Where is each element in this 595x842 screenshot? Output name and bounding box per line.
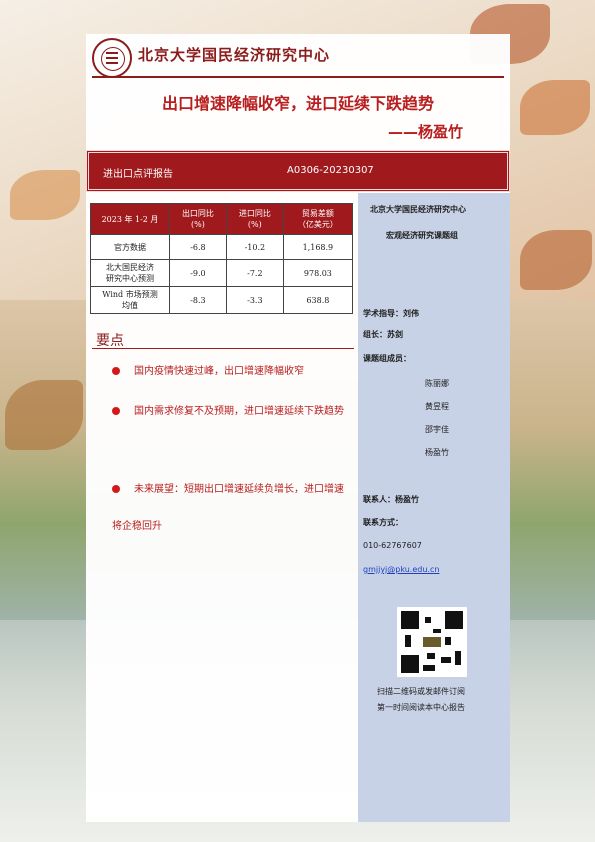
report-info-bar: 进出口点评报告 A0306-20230307 bbox=[86, 150, 510, 192]
sidebar-advisor: 学术指导：刘伟 bbox=[363, 309, 419, 318]
table-row: 北大国民经济 研究中心预测 -9.0 -7.2 978.03 bbox=[90, 259, 354, 287]
report-title: 出口增速降幅收窄，进口延续下跌趋势 bbox=[161, 94, 434, 113]
sidebar-contact-label: 联系方式： bbox=[363, 518, 403, 527]
sidebar-member: 陈丽娜 bbox=[425, 379, 449, 388]
table-cell: 北大国民经济 研究中心预测 bbox=[90, 259, 170, 287]
table-cell: 638.8 bbox=[282, 286, 354, 314]
table-cell: 1,168.9 bbox=[282, 234, 354, 260]
report-code: A0306-20230307 bbox=[287, 165, 374, 176]
table-header-cell: 出口同比 (%) bbox=[169, 203, 227, 235]
org-name: 北京大学国民经济研究中心 bbox=[138, 46, 331, 64]
key-point-text: 未来展望：短期出口增速延续负增长，进口增速将企稳回升 bbox=[112, 484, 344, 532]
key-point-text: 国内需求修复不及预期，进口增速延续下跌趋势 bbox=[134, 406, 344, 417]
qr-caption: 第一时间阅读本中心报告 bbox=[377, 703, 465, 712]
key-points-title: 要点 bbox=[96, 333, 124, 349]
decorative-leaf bbox=[5, 380, 83, 450]
sidebar-member: 黄昱程 bbox=[425, 402, 449, 411]
table-cell: 官方数据 bbox=[90, 234, 170, 260]
decorative-leaf bbox=[520, 80, 590, 135]
bullet-icon bbox=[112, 485, 120, 493]
sidebar-email-link[interactable]: gmjjyj@pku.edu.cn bbox=[363, 565, 439, 574]
sidebar-contact-person: 联系人：杨盈竹 bbox=[363, 495, 419, 504]
key-point-item: 国内疫情快速过峰，出口增速降幅收窄 bbox=[112, 353, 352, 390]
table-header-cell: 贸易差额 （亿美元） bbox=[282, 203, 354, 235]
key-point-item: 国内需求修复不及预期，进口增速延续下跌趋势 bbox=[112, 393, 352, 430]
report-author: ——杨盈竹 bbox=[388, 123, 464, 141]
bullet-icon bbox=[112, 407, 120, 415]
table-row: Wind 市场预测 均值 -8.3 -3.3 638.8 bbox=[90, 286, 354, 314]
table-cell: -7.2 bbox=[225, 259, 284, 287]
table-cell: 978.03 bbox=[282, 259, 354, 287]
header-divider bbox=[92, 76, 504, 78]
table-cell: -6.8 bbox=[169, 234, 227, 260]
key-point-text: 国内疫情快速过峰，出口增速降幅收窄 bbox=[134, 366, 304, 377]
key-point-item: 未来展望：短期出口增速延续负增长，进口增速将企稳回升 bbox=[112, 471, 352, 545]
key-points-divider bbox=[92, 348, 354, 349]
university-seal-logo bbox=[92, 38, 132, 78]
bullet-icon bbox=[112, 367, 120, 375]
sidebar-leader: 组长：苏剑 bbox=[363, 330, 403, 339]
table-header-cell: 2023 年 1-2 月 bbox=[90, 203, 170, 235]
decorative-leaf bbox=[10, 170, 80, 220]
table-cell: -10.2 bbox=[225, 234, 284, 260]
sidebar-members-label: 课题组成员： bbox=[363, 354, 411, 363]
sidebar-member: 邵宇佳 bbox=[425, 425, 449, 434]
contact-sidebar bbox=[358, 193, 510, 822]
sidebar-group: 宏观经济研究课题组 bbox=[386, 231, 458, 240]
qr-code-icon[interactable] bbox=[397, 607, 467, 677]
sidebar-member: 杨盈竹 bbox=[425, 448, 449, 457]
forecast-table: 2023 年 1-2 月 出口同比 (%) 进口同比 (%) 贸易差额 （亿美元… bbox=[90, 203, 354, 314]
qr-caption: 扫描二维码或发邮件订阅 bbox=[377, 687, 465, 696]
table-cell: -3.3 bbox=[225, 286, 284, 314]
sidebar-org: 北京大学国民经济研究中心 bbox=[370, 205, 466, 214]
table-header-row: 2023 年 1-2 月 出口同比 (%) 进口同比 (%) 贸易差额 （亿美元… bbox=[90, 203, 354, 235]
table-header-cell: 进口同比 (%) bbox=[225, 203, 284, 235]
decorative-leaf bbox=[520, 230, 592, 290]
report-type: 进出口点评报告 bbox=[103, 169, 173, 180]
table-row: 官方数据 -6.8 -10.2 1,168.9 bbox=[90, 234, 354, 260]
table-cell: -8.3 bbox=[169, 286, 227, 314]
table-cell: Wind 市场预测 均值 bbox=[90, 286, 170, 314]
table-cell: -9.0 bbox=[169, 259, 227, 287]
sidebar-phone: 010-62767607 bbox=[363, 541, 422, 550]
